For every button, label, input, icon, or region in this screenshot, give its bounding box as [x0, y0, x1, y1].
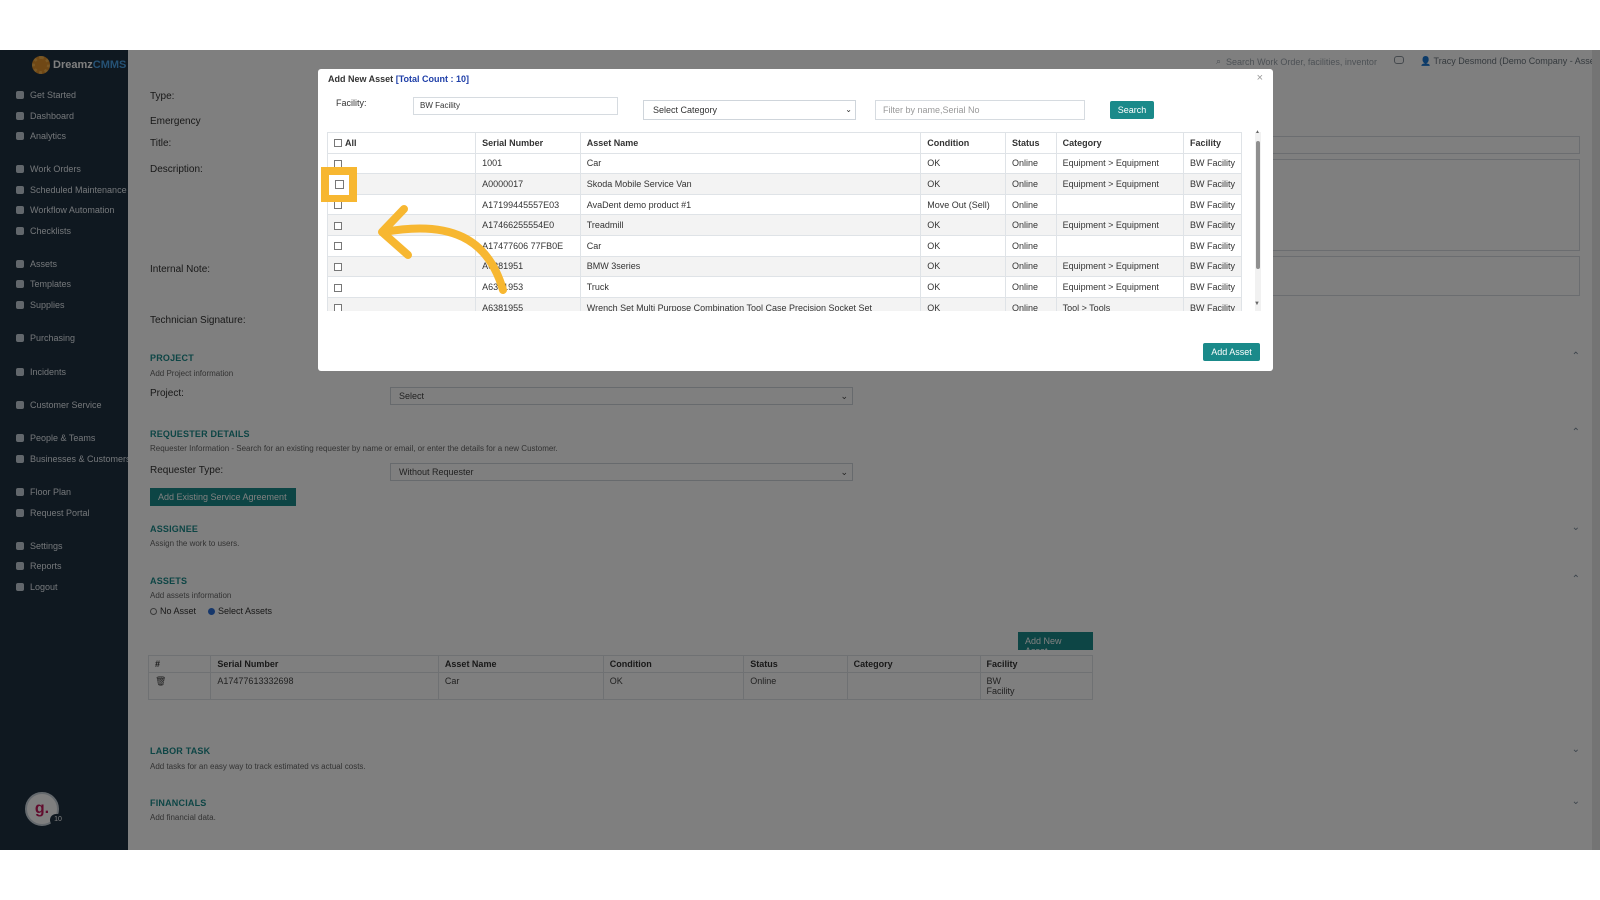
cell-name: Car — [579, 234, 922, 257]
cell-facility: BW Facility — [1182, 193, 1242, 216]
row-checkbox[interactable] — [334, 304, 342, 311]
cell-condition: OK — [920, 173, 1006, 195]
cell-name: Treadmill — [579, 214, 922, 236]
column-header: Category — [1055, 132, 1184, 154]
scroll-up-icon[interactable]: ▲ — [1255, 129, 1260, 135]
column-header: Facility — [1182, 132, 1242, 154]
column-header: Asset Name — [579, 132, 922, 154]
cell-facility: BW Facility — [1182, 152, 1242, 175]
cell-name: Truck — [579, 276, 922, 298]
select-all-checkbox[interactable] — [334, 138, 342, 147]
category-select[interactable]: Select Category ⌄ — [643, 100, 856, 120]
highlighted-checkbox[interactable] — [335, 180, 344, 189]
row-checkbox[interactable] — [334, 262, 342, 271]
cell-status: Online — [1004, 152, 1057, 175]
cell-name: Wrench Set Multi Purpose Combination Too… — [579, 296, 922, 311]
cell-category: Equipment > Equipment — [1055, 173, 1184, 195]
cell-condition: OK — [920, 234, 1006, 257]
cell-status: Online — [1004, 255, 1057, 278]
app-frame: DreamzCMMS Get StartedDashboardAnalytics… — [0, 50, 1600, 850]
cell-name: Car — [579, 152, 922, 175]
cell-status: Online — [1004, 193, 1057, 216]
total-count: [Total Count : 10] — [395, 74, 470, 84]
filter-input[interactable]: Filter by name,Serial No — [875, 100, 1085, 120]
cell-name: AvaDent demo product #1 — [579, 193, 922, 216]
cell-name: Skoda Mobile Service Van — [579, 173, 922, 195]
cell-facility: BW Facility — [1182, 296, 1242, 311]
cell-category — [1055, 234, 1184, 257]
cell-condition: OK — [920, 255, 1006, 278]
cell-status: Online — [1004, 296, 1057, 311]
add-asset-button[interactable]: Add Asset — [1203, 343, 1260, 361]
cell-facility: BW Facility — [1182, 255, 1242, 278]
facility-input[interactable]: BW Facility — [413, 97, 618, 115]
cell-condition: OK — [920, 296, 1006, 311]
row-checkbox[interactable] — [334, 283, 342, 292]
row-checkbox[interactable] — [334, 221, 342, 230]
cell-status: Online — [1004, 214, 1057, 236]
pointer-arrow-icon — [378, 205, 507, 294]
cell-facility: BW Facility — [1182, 276, 1242, 298]
cell-name: BMW 3series — [579, 255, 922, 278]
cell-category — [1055, 193, 1184, 216]
chevron-down-icon: ⌄ — [845, 105, 852, 114]
cell-status: Online — [1004, 234, 1057, 257]
modal-title: Add New Asset [Total Count : 10] — [328, 74, 470, 84]
search-button[interactable]: Search — [1110, 101, 1154, 119]
cell-category: Equipment > Equipment — [1055, 255, 1184, 278]
cell-condition: OK — [920, 214, 1006, 236]
cell-facility: BW Facility — [1182, 173, 1242, 195]
row-checkbox[interactable] — [334, 242, 342, 251]
close-icon[interactable]: × — [1257, 72, 1263, 84]
column-header: Condition — [920, 132, 1006, 154]
cell-condition: OK — [920, 152, 1006, 175]
cell-category: Equipment > Equipment — [1055, 152, 1184, 175]
cell-status: Online — [1004, 276, 1057, 298]
select-all-label: All — [345, 137, 357, 148]
cell-condition: Move Out (Sell) — [920, 193, 1006, 216]
cell-category: Tool > Tools — [1055, 296, 1184, 311]
cell-category: Equipment > Equipment — [1055, 276, 1184, 298]
column-header: Status — [1004, 132, 1057, 154]
cell-condition: OK — [920, 276, 1006, 298]
row-checkbox[interactable] — [334, 201, 342, 210]
cell-facility: BW Facility — [1182, 214, 1242, 236]
cell-category: Equipment > Equipment — [1055, 214, 1184, 236]
facility-label: Facility: — [336, 98, 367, 108]
cell-status: Online — [1004, 173, 1057, 195]
modal-scrollbar-thumb[interactable] — [1256, 141, 1260, 269]
scroll-down-icon[interactable]: ▼ — [1254, 301, 1260, 307]
category-select-value: Select Category — [653, 105, 718, 115]
cell-facility: BW Facility — [1182, 234, 1242, 257]
